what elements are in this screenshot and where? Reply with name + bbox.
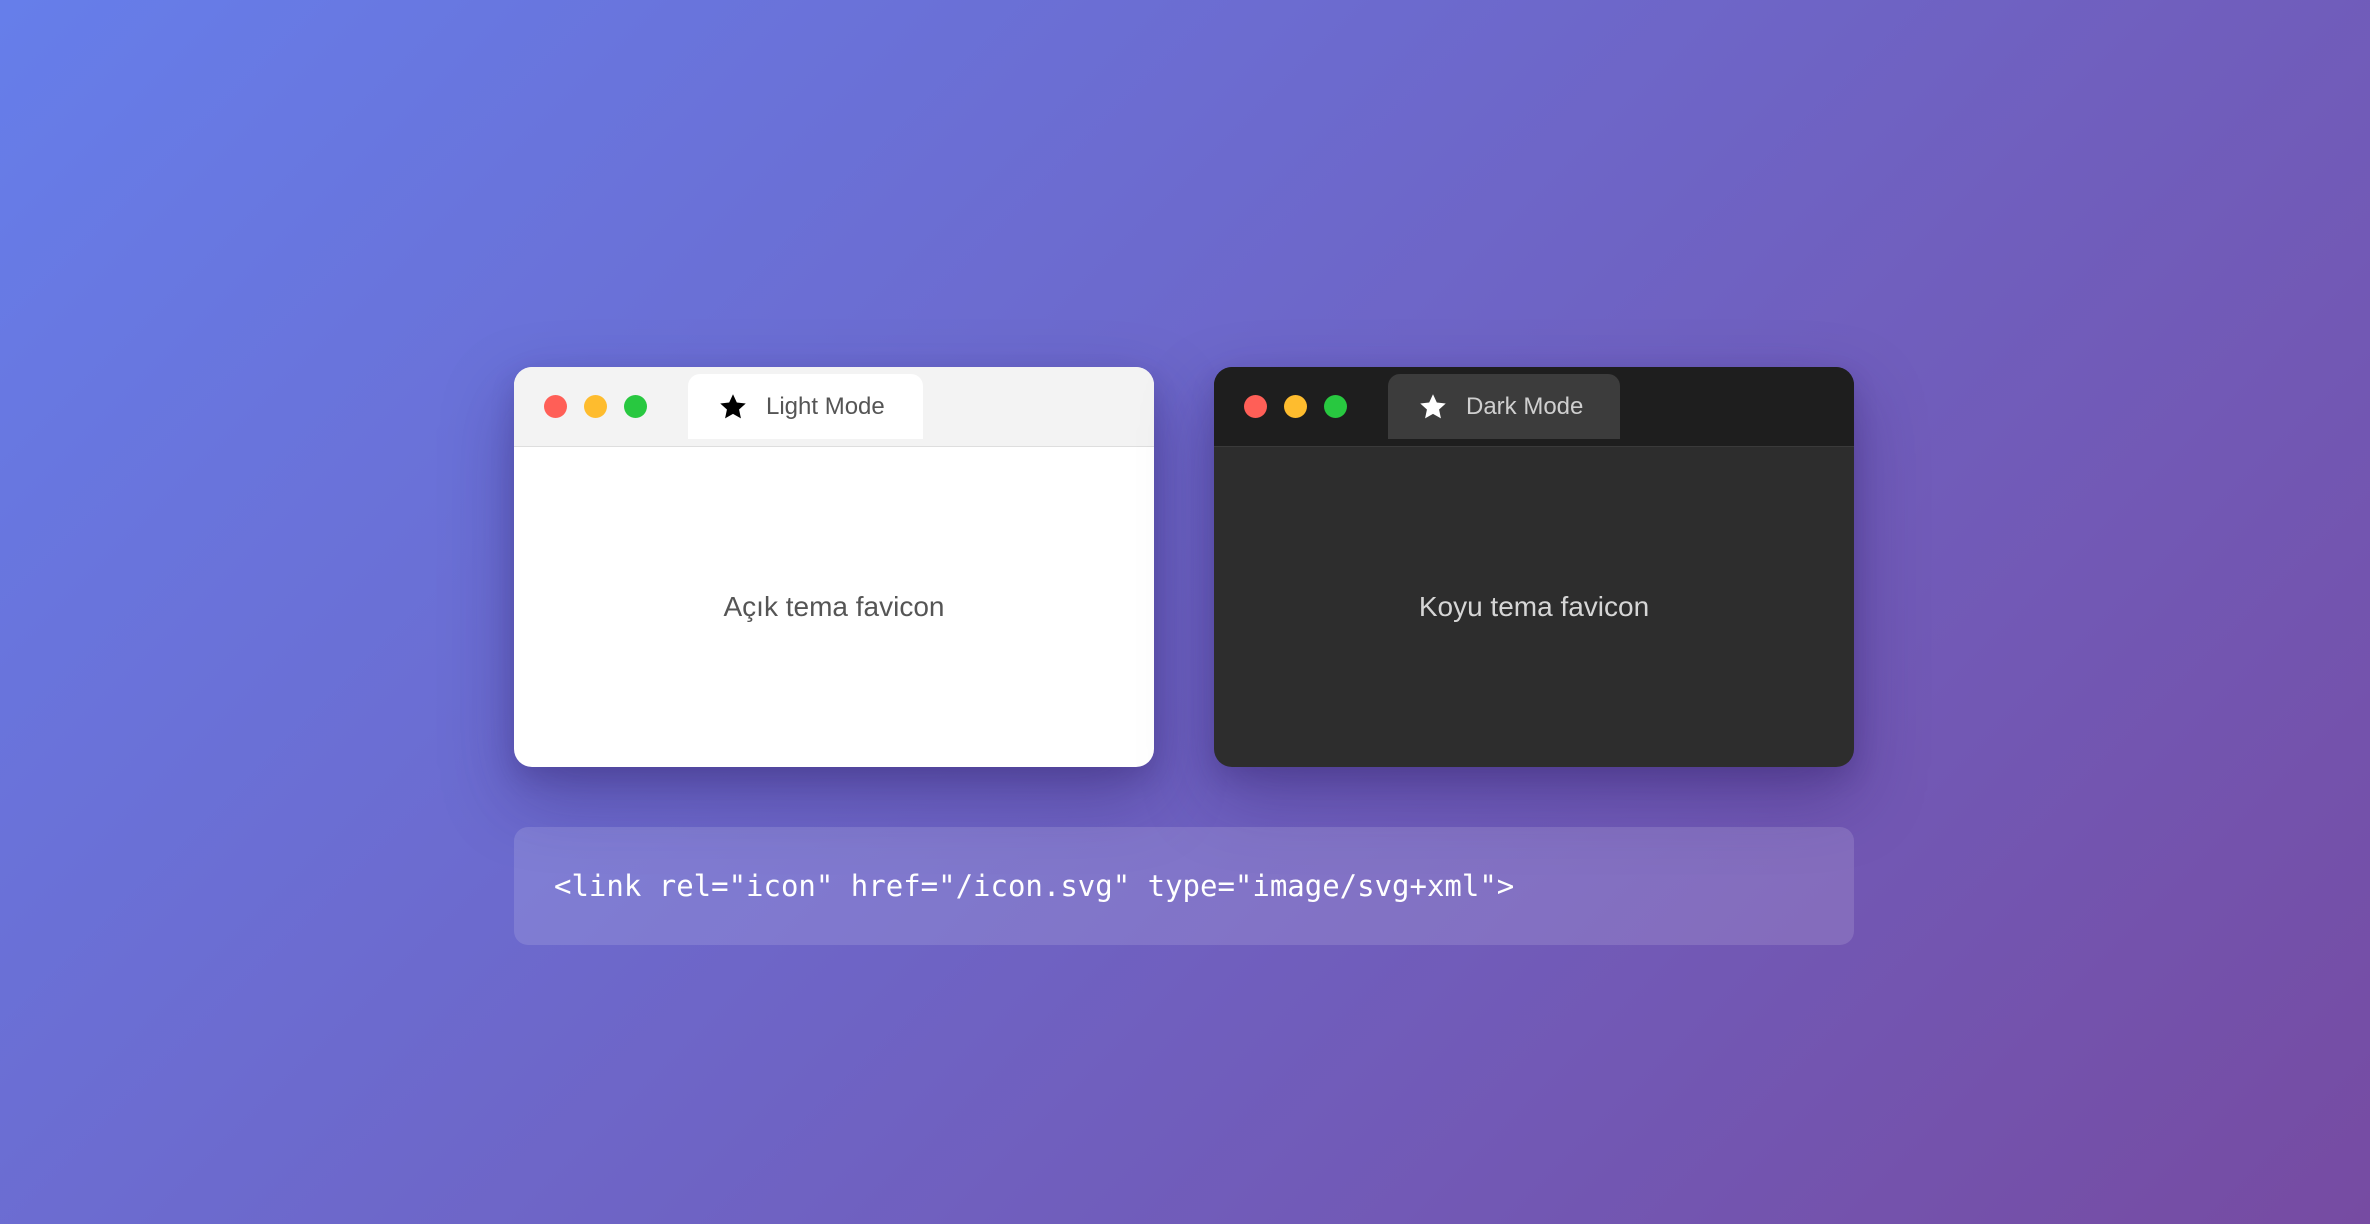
window-titlebar: Light Mode	[514, 367, 1154, 447]
close-window-button[interactable]	[1244, 395, 1267, 418]
code-snippet-box: <link rel="icon" href="/icon.svg" type="…	[514, 827, 1854, 945]
page-stage: Light Mode Açık tema favicon Dark Mode K…	[0, 0, 2370, 1224]
dark-mode-window: Dark Mode Koyu tema favicon	[1214, 367, 1854, 767]
minimize-window-button[interactable]	[584, 395, 607, 418]
page-content-area: Açık tema favicon	[514, 447, 1154, 767]
maximize-window-button[interactable]	[624, 395, 647, 418]
close-window-button[interactable]	[544, 395, 567, 418]
code-snippet: <link rel="icon" href="/icon.svg" type="…	[554, 869, 1515, 903]
tab-label: Dark Mode	[1466, 392, 1584, 420]
maximize-window-button[interactable]	[1324, 395, 1347, 418]
browser-tab-light[interactable]: Light Mode	[688, 374, 923, 439]
content-caption: Açık tema favicon	[723, 591, 945, 622]
content-caption: Koyu tema favicon	[1418, 591, 1650, 622]
window-titlebar: Dark Mode	[1214, 367, 1854, 447]
page-content-area: Koyu tema favicon	[1214, 447, 1854, 767]
browser-tab-dark[interactable]: Dark Mode	[1388, 374, 1620, 439]
minimize-window-button[interactable]	[1284, 395, 1307, 418]
star-icon	[718, 392, 748, 422]
star-icon	[1418, 392, 1448, 422]
tab-label: Light Mode	[766, 392, 885, 420]
light-mode-window: Light Mode Açık tema favicon	[514, 367, 1154, 767]
